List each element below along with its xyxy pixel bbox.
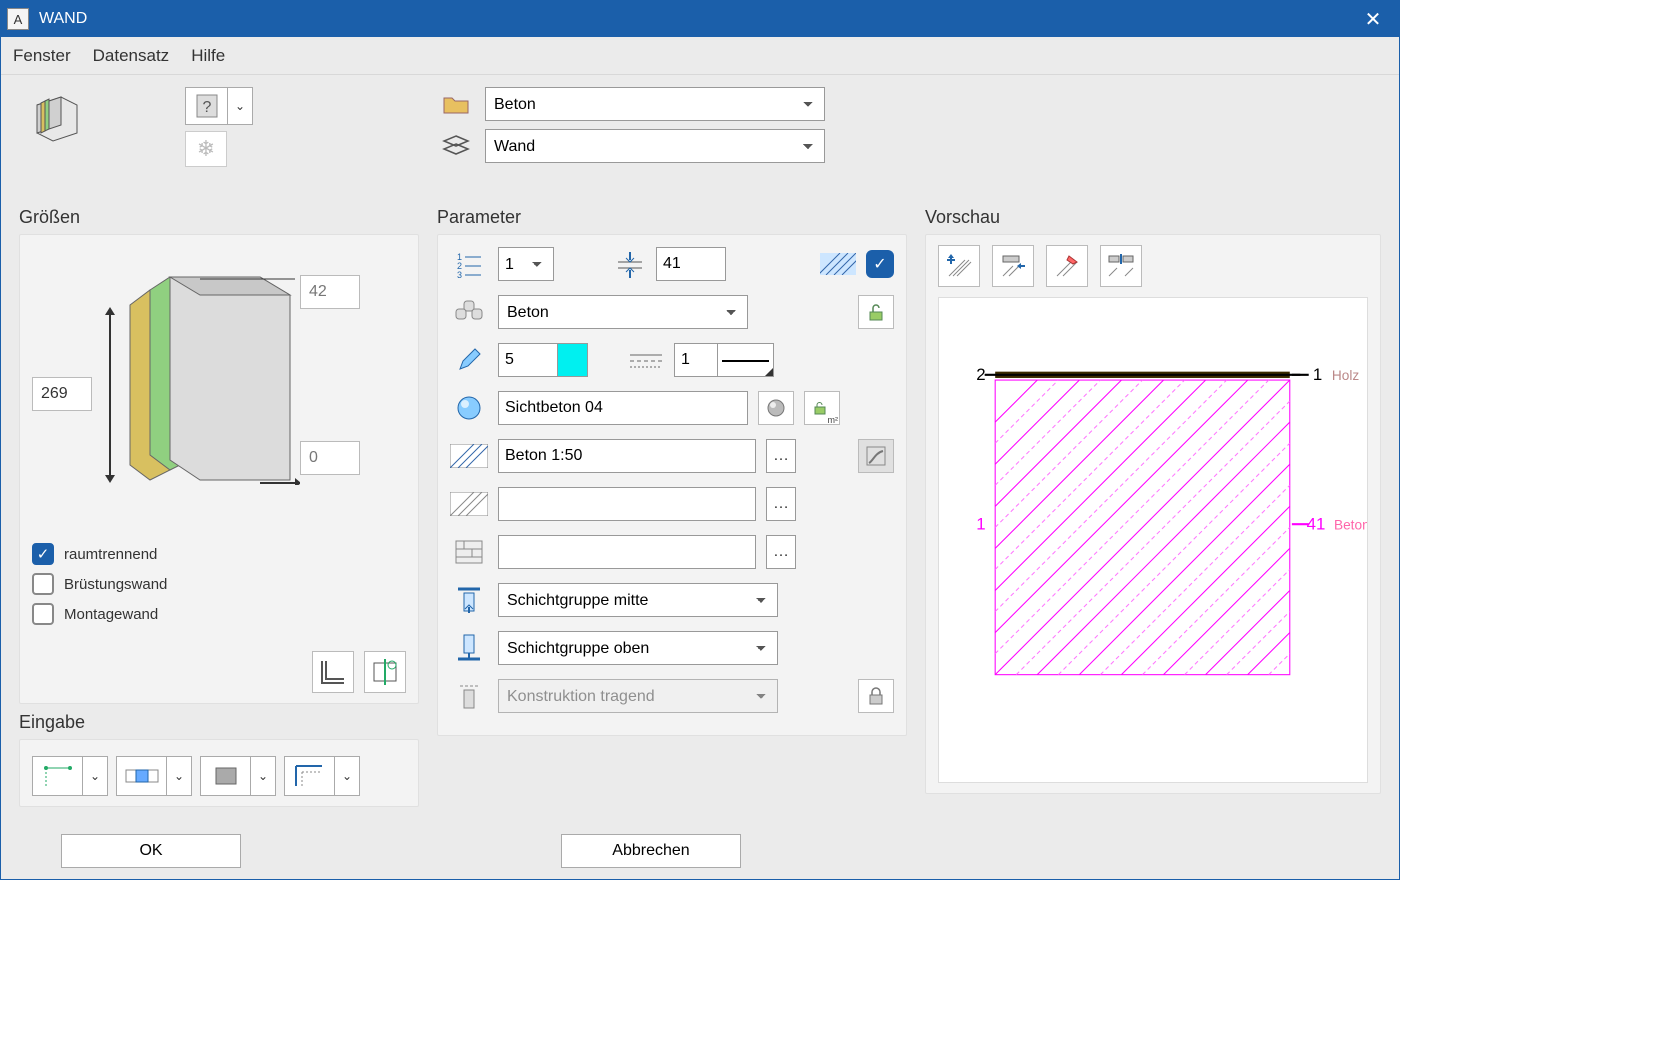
input-mode-2[interactable]: ⌄ xyxy=(116,756,192,796)
brick-icon xyxy=(450,539,488,565)
wall-element-icon xyxy=(31,91,83,143)
align-h-icon xyxy=(450,585,488,615)
sphere-button[interactable] xyxy=(758,391,794,425)
check-icon xyxy=(32,573,54,595)
surface-icon xyxy=(450,395,488,421)
chevron-down-icon: ⌄ xyxy=(228,88,252,124)
titlebar: A WAND ✕ xyxy=(1,1,1399,37)
type-select[interactable]: Wand xyxy=(485,129,825,163)
eingabe-panel: ⌄ ⌄ ⌄ ⌄ xyxy=(19,739,419,807)
preview-tool-2[interactable] xyxy=(992,245,1034,287)
eingabe-title: Eingabe xyxy=(19,712,419,733)
raumtrennend-label: raumtrennend xyxy=(64,546,157,563)
offset-input[interactable]: 0 xyxy=(300,441,360,475)
construction-icon xyxy=(450,682,488,710)
wall-3d-graphic xyxy=(100,265,300,485)
hatch3-browse[interactable]: … xyxy=(766,535,796,569)
layers-icon xyxy=(437,134,475,158)
hatch1-browse[interactable]: … xyxy=(766,439,796,473)
hatch-diag-icon xyxy=(450,444,488,468)
copy-height-button[interactable] xyxy=(364,651,406,693)
preview-canvas: 2 1 1 Holz 41 Beton xyxy=(938,297,1368,783)
footer: OK Abbrechen xyxy=(1,823,1399,879)
menubar: Fenster Datensatz Hilfe xyxy=(1,37,1399,75)
construction-select: Konstruktion tragend xyxy=(498,679,778,713)
surface-input[interactable] xyxy=(498,391,748,425)
hatch-grey-icon xyxy=(450,492,488,516)
freeze-button[interactable]: ❄ xyxy=(185,131,227,167)
preview-tool-3[interactable] xyxy=(1046,245,1088,287)
hatch3-input[interactable] xyxy=(498,535,756,569)
vorschau-panel: 2 1 1 Holz 41 Beton xyxy=(925,234,1381,794)
layer-index-select[interactable]: 1 xyxy=(498,247,554,281)
help-dropdown[interactable]: ? ⌄ xyxy=(185,87,253,125)
input-mode-3[interactable]: ⌄ xyxy=(200,756,276,796)
svg-text:41: 41 xyxy=(1307,514,1326,533)
check-icon: ✓ xyxy=(32,543,54,565)
lock-button[interactable] xyxy=(858,679,894,713)
svg-text:Holz: Holz xyxy=(1332,368,1359,383)
menu-hilfe[interactable]: Hilfe xyxy=(191,46,225,66)
top-left-area: ? ⌄ ❄ xyxy=(19,87,419,197)
ok-button[interactable]: OK xyxy=(61,834,241,868)
line-preview[interactable] xyxy=(718,343,774,377)
group-h-select[interactable]: Schichtgruppe mitte xyxy=(498,583,778,617)
svg-text:Beton: Beton xyxy=(1334,517,1367,532)
preview-tool-1[interactable] xyxy=(938,245,980,287)
width-input[interactable]: 42 xyxy=(300,275,360,309)
category-select[interactable]: Beton xyxy=(485,87,825,121)
line-input[interactable] xyxy=(674,343,718,377)
preview-tool-4[interactable] xyxy=(1100,245,1142,287)
preview-label-2: 2 xyxy=(976,365,985,384)
group-v-select[interactable]: Schichtgruppe oben xyxy=(498,631,778,665)
pen-color-swatch[interactable] xyxy=(558,343,588,377)
hatch2-input[interactable] xyxy=(498,487,756,521)
align-v-icon xyxy=(450,633,488,663)
hatch1-input[interactable] xyxy=(498,439,756,473)
material-icon xyxy=(450,299,488,325)
question-icon: ? xyxy=(186,88,228,124)
sizes-title: Größen xyxy=(19,207,419,228)
top-selectors: Beton Wand xyxy=(437,87,1381,197)
material-select[interactable]: Beton xyxy=(498,295,748,329)
parameter-title: Parameter xyxy=(437,207,907,228)
folder-icon xyxy=(437,93,475,115)
unlock-m2-button[interactable]: m² xyxy=(804,391,840,425)
unlock-button[interactable] xyxy=(858,295,894,329)
mask-button[interactable] xyxy=(858,439,894,473)
sizes-panel: 269 42 0 xyxy=(19,234,419,704)
linetype-icon xyxy=(628,349,664,371)
check-icon xyxy=(32,603,54,625)
app-icon: A xyxy=(7,8,29,30)
input-mode-4[interactable]: ⌄ xyxy=(284,756,360,796)
montage-checkbox[interactable]: Montagewand xyxy=(32,603,167,625)
raumtrennend-checkbox[interactable]: ✓ raumtrennend xyxy=(32,543,167,565)
height-input[interactable]: 269 xyxy=(32,377,92,411)
profile-button[interactable] xyxy=(312,651,354,693)
close-icon[interactable]: ✕ xyxy=(1353,7,1393,32)
parameter-panel: 123 1 ✓ xyxy=(437,234,907,736)
window-title: WAND xyxy=(39,10,1353,28)
section-fill-icon xyxy=(820,253,856,275)
menu-fenster[interactable]: Fenster xyxy=(13,46,71,66)
input-mode-1[interactable]: ⌄ xyxy=(32,756,108,796)
svg-text:3: 3 xyxy=(457,270,462,278)
svg-text:1: 1 xyxy=(1313,365,1322,384)
preview-label-1: 1 xyxy=(976,514,985,533)
section-fill-toggle[interactable]: ✓ xyxy=(866,250,894,278)
layer-list-icon: 123 xyxy=(450,250,488,278)
bruestung-label: Brüstungswand xyxy=(64,576,167,593)
thickness-input[interactable] xyxy=(656,247,726,281)
svg-text:?: ? xyxy=(202,99,211,116)
vorschau-title: Vorschau xyxy=(925,207,1381,228)
pen-input[interactable] xyxy=(498,343,558,377)
cancel-button[interactable]: Abbrechen xyxy=(561,834,741,868)
bruestung-checkbox[interactable]: Brüstungswand xyxy=(32,573,167,595)
montage-label: Montagewand xyxy=(64,606,158,623)
menu-datensatz[interactable]: Datensatz xyxy=(93,46,170,66)
pen-icon xyxy=(450,347,488,373)
thickness-icon xyxy=(614,250,646,278)
snowflake-icon: ❄ xyxy=(197,136,215,162)
hatch2-browse[interactable]: … xyxy=(766,487,796,521)
